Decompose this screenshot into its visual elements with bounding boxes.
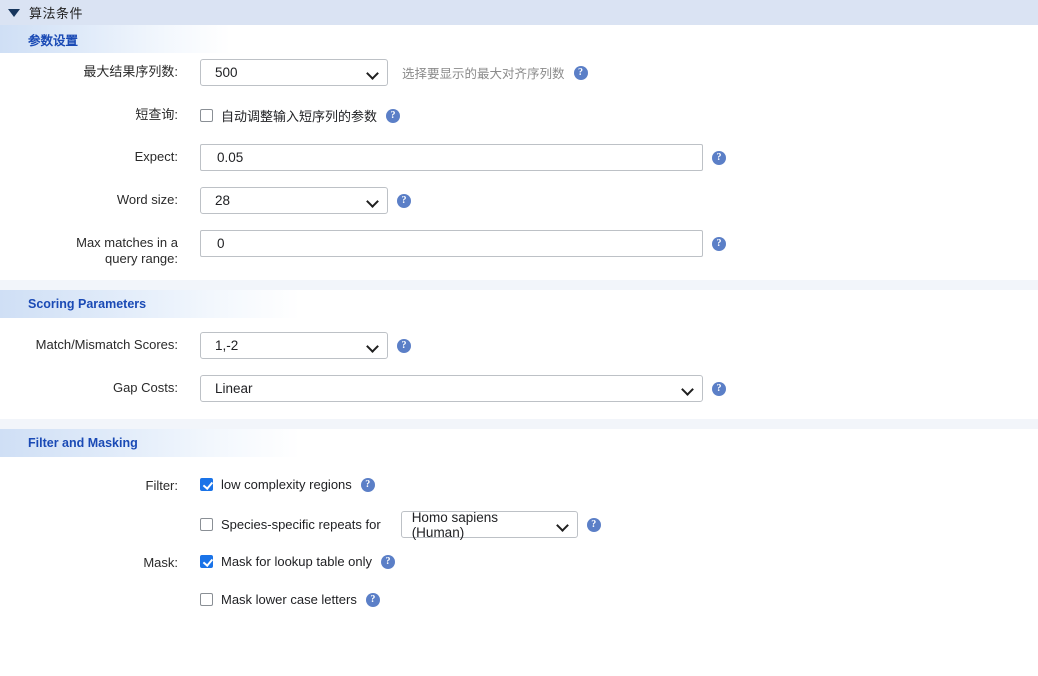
chevron-down-icon <box>682 383 694 395</box>
algorithm-conditions-header[interactable]: 算法条件 <box>0 0 1038 25</box>
checkbox-label-short-queries: 自动调整输入短序列的参数 <box>221 106 377 125</box>
label-word-size: Word size: <box>0 187 200 208</box>
select-value-gap-costs: Linear <box>215 381 253 396</box>
field-row-mask-lookup-table: Mask: Mask for lookup table only ? <box>0 550 1038 576</box>
chevron-down-icon <box>367 67 379 79</box>
help-icon-mask-lookup-table-only[interactable]: ? <box>381 555 395 569</box>
help-icon-species-specific-repeats[interactable]: ? <box>587 518 601 532</box>
input-expect[interactable]: 0.05 <box>200 144 703 171</box>
field-row-species-specific-repeats: Species-specific repeats for Homo sapien… <box>0 511 1038 538</box>
field-row-max-matches: Max matches in a query range: 0 ? <box>0 230 1038 267</box>
select-match-mismatch-scores[interactable]: 1,-2 <box>200 332 388 359</box>
section-divider-2 <box>0 418 1038 429</box>
select-word-size[interactable]: 28 <box>200 187 388 214</box>
select-value-match-mismatch-scores: 1,-2 <box>215 338 238 353</box>
chevron-down-icon <box>557 519 569 531</box>
section-body-filter: Filter: low complexity regions ? Species… <box>0 457 1038 614</box>
select-value-species: Homo sapiens (Human) <box>412 510 551 540</box>
select-max-target-sequences[interactable]: 500 <box>200 59 388 86</box>
section-title-parameters: 参数设置 <box>28 30 78 49</box>
label-species-specific-repeats-empty <box>0 511 200 516</box>
input-max-matches[interactable]: 0 <box>200 230 703 257</box>
field-row-match-mismatch-scores: Match/Mismatch Scores: 1,-2 ? <box>0 332 1038 359</box>
section-header-filter: Filter and Masking <box>0 429 300 457</box>
section-header-parameters: 参数设置 <box>0 25 230 53</box>
label-max-target-sequences: 最大结果序列数: <box>0 59 200 80</box>
checkbox-label-species-specific-repeats: Species-specific repeats for <box>221 517 381 532</box>
algorithm-conditions-title: 算法条件 <box>29 3 83 22</box>
input-value-expect: 0.05 <box>217 150 243 165</box>
field-row-word-size: Word size: 28 ? <box>0 187 1038 214</box>
label-mask-lower-case-empty <box>0 588 200 593</box>
help-icon-mask-lower-case-letters[interactable]: ? <box>366 593 380 607</box>
help-icon-match-mismatch-scores[interactable]: ? <box>397 339 411 353</box>
help-icon-expect[interactable]: ? <box>712 151 726 165</box>
label-gap-costs: Gap Costs: <box>0 375 200 396</box>
checkbox-label-mask-lower-case-letters: Mask lower case letters <box>221 592 357 607</box>
hint-max-target-sequences: 选择要显示的最大对齐序列数 <box>402 63 565 82</box>
field-row-expect: Expect: 0.05 ? <box>0 144 1038 171</box>
checkbox-mask-lookup-table-only[interactable] <box>200 555 213 568</box>
select-species[interactable]: Homo sapiens (Human) <box>401 511 578 538</box>
chevron-down-icon <box>367 340 379 352</box>
field-row-mask-lower-case: Mask lower case letters ? <box>0 588 1038 614</box>
label-short-queries: 短查询: <box>0 102 200 123</box>
label-filter: Filter: <box>0 473 200 494</box>
help-icon-short-queries[interactable]: ? <box>386 109 400 123</box>
chevron-down-icon <box>367 195 379 207</box>
label-mask: Mask: <box>0 550 200 571</box>
help-icon-word-size[interactable]: ? <box>397 194 411 208</box>
section-divider-1 <box>0 279 1038 290</box>
help-icon-gap-costs[interactable]: ? <box>712 382 726 396</box>
label-expect: Expect: <box>0 144 200 165</box>
section-header-scoring: Scoring Parameters <box>0 290 300 318</box>
checkbox-low-complexity-regions[interactable] <box>200 478 213 491</box>
checkbox-short-queries[interactable] <box>200 109 213 122</box>
help-icon-max-target-sequences[interactable]: ? <box>574 66 588 80</box>
help-icon-low-complexity-regions[interactable]: ? <box>361 478 375 492</box>
field-row-short-queries: 短查询: 自动调整输入短序列的参数 ? <box>0 102 1038 128</box>
section-title-filter: Filter and Masking <box>28 436 138 450</box>
triangle-down-icon[interactable] <box>8 9 20 17</box>
help-icon-max-matches[interactable]: ? <box>712 237 726 251</box>
select-value-max-target-sequences: 500 <box>215 65 238 80</box>
section-body-parameters: 最大结果序列数: 500 选择要显示的最大对齐序列数 ? 短查询: 自动调整输入… <box>0 53 1038 267</box>
field-row-max-target-sequences: 最大结果序列数: 500 选择要显示的最大对齐序列数 ? <box>0 59 1038 86</box>
section-body-scoring: Match/Mismatch Scores: 1,-2 ? Gap Costs:… <box>0 318 1038 402</box>
field-row-gap-costs: Gap Costs: Linear ? <box>0 375 1038 402</box>
checkbox-label-low-complexity-regions: low complexity regions <box>221 477 352 492</box>
checkbox-mask-lower-case-letters[interactable] <box>200 593 213 606</box>
select-gap-costs[interactable]: Linear <box>200 375 703 402</box>
checkbox-label-mask-lookup-table-only: Mask for lookup table only <box>221 554 372 569</box>
select-value-word-size: 28 <box>215 193 230 208</box>
label-max-matches: Max matches in a query range: <box>0 230 200 267</box>
checkbox-species-specific-repeats[interactable] <box>200 518 213 531</box>
section-title-scoring: Scoring Parameters <box>28 297 146 311</box>
field-row-filter-low-complexity: Filter: low complexity regions ? <box>0 473 1038 499</box>
label-match-mismatch-scores: Match/Mismatch Scores: <box>0 332 200 353</box>
input-value-max-matches: 0 <box>217 236 225 251</box>
